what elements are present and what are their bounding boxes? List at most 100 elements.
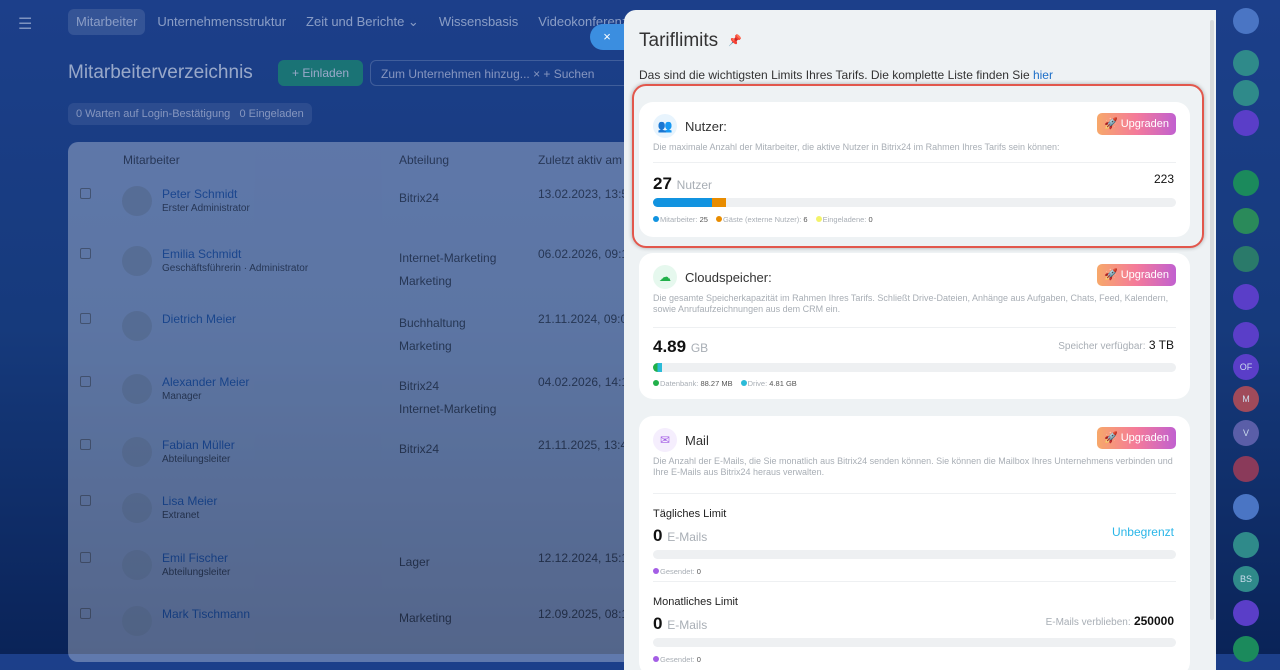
employee-position: Erster Administrator — [162, 203, 250, 214]
status-chips: 0 Warten auf Login-Bestätigung 0 Eingela… — [68, 103, 312, 125]
upgrade-label: Upgraden — [1120, 118, 1170, 130]
storage-legend: Datenbank: 88.27 MB Drive: 4.81 GB — [653, 379, 797, 388]
divider — [653, 581, 1176, 582]
divider — [653, 327, 1176, 328]
legend-item: Mitarbeiter: 25 — [653, 215, 708, 224]
col-department[interactable]: Abteilung — [399, 153, 449, 167]
monthly-progress-bar — [653, 638, 1176, 647]
daily-limit-title: Tägliches Limit — [653, 508, 727, 520]
sidebar-app-icon[interactable]: OF — [1233, 354, 1259, 380]
upgrade-button[interactable]: 🚀 Upgraden — [1097, 113, 1176, 135]
sidebar-app-icon[interactable]: M — [1233, 386, 1259, 412]
right-sidebar: OF M V BS — [1216, 0, 1280, 662]
emails-remaining: E-Mails verblieben: 250000 — [1046, 614, 1174, 628]
full-list-link[interactable]: hier — [1033, 68, 1053, 82]
users-icon: 👥 — [653, 114, 677, 138]
employee-department: Bitrix24 — [399, 442, 440, 456]
last-active: 21.11.2025, 13:4 — [538, 438, 628, 452]
upgrade-button[interactable]: 🚀 Upgraden — [1097, 427, 1176, 449]
employee-position: Abteilungsleiter — [162, 454, 231, 465]
legend-value: 6 — [803, 215, 808, 224]
search-input[interactable]: Zum Unternehmen hinzug... × + Suchen — [370, 60, 630, 86]
row-checkbox[interactable] — [80, 439, 91, 450]
last-active: 13.02.2023, 13:5 — [538, 187, 629, 201]
sidebar-app-icon[interactable] — [1233, 322, 1259, 348]
mail-title: Mail — [685, 433, 709, 448]
tab-wissensbasis[interactable]: Wissensbasis — [431, 9, 526, 35]
left-sidebar: ☰ — [0, 0, 52, 654]
mail-icon: ✉ — [653, 428, 677, 452]
row-checkbox[interactable] — [80, 608, 91, 619]
sidebar-app-icon[interactable] — [1233, 170, 1259, 196]
chip-invited[interactable]: 0 Eingeladen — [239, 108, 303, 120]
users-count: 27 Nutzer — [653, 174, 712, 194]
sidebar-app-icon[interactable] — [1233, 208, 1259, 234]
monthly-count: 0 E-Mails — [653, 614, 707, 634]
employee-name[interactable]: Peter Schmidt — [162, 187, 237, 201]
sidebar-app-icon[interactable] — [1233, 50, 1259, 76]
menu-icon[interactable]: ☰ — [18, 14, 32, 34]
sidebar-app-icon[interactable] — [1233, 494, 1259, 520]
employee-name[interactable]: Lisa Meier — [162, 494, 217, 508]
page-title: Mitarbeiterverzeichnis — [68, 62, 253, 83]
employee-department: Internet-Marketing Marketing — [399, 251, 497, 288]
sidebar-app-icon[interactable] — [1233, 636, 1259, 662]
col-last-active[interactable]: Zuletzt aktiv am — [538, 153, 622, 167]
sidebar-app-icon[interactable] — [1233, 532, 1259, 558]
legend-item: Datenbank: 88.27 MB — [653, 379, 733, 388]
daily-count: 0 E-Mails — [653, 526, 707, 546]
tab-struktur[interactable]: Unternehmensstruktur — [149, 9, 294, 35]
row-checkbox[interactable] — [80, 248, 91, 259]
upgrade-label: Upgraden — [1120, 269, 1170, 281]
tab-mitarbeiter[interactable]: Mitarbeiter — [68, 9, 146, 35]
tab-zeit[interactable]: Zeit und Berichte ⌄ — [298, 9, 427, 35]
upgrade-button[interactable]: 🚀 Upgraden — [1097, 264, 1176, 286]
sidebar-app-icon[interactable] — [1233, 456, 1259, 482]
daily-legend: Gesendet: 0 — [653, 567, 701, 576]
daily-progress-bar — [653, 550, 1176, 559]
panel-title: Tariflimits — [639, 30, 719, 51]
last-active: 21.11.2024, 09:0 — [538, 312, 628, 326]
storage-value: 4.89 — [653, 337, 687, 356]
employees-segment — [653, 198, 712, 207]
last-active: 04.02.2026, 14:1 — [538, 375, 629, 389]
pin-icon[interactable]: 📌 — [728, 34, 742, 47]
avatar — [122, 311, 152, 341]
panel-scrollbar[interactable] — [1210, 20, 1214, 620]
employee-name[interactable]: Emilia Schmidt — [162, 247, 241, 261]
users-title: Nutzer: — [685, 119, 727, 134]
sidebar-app-icon[interactable]: V — [1233, 420, 1259, 446]
sidebar-app-icon[interactable] — [1233, 8, 1259, 34]
row-checkbox[interactable] — [80, 188, 91, 199]
employee-department: Lager — [399, 555, 430, 569]
daily-sent: 0 — [696, 567, 701, 576]
row-checkbox[interactable] — [80, 495, 91, 506]
mail-card: ✉ Mail 🚀 Upgraden Die Anzahl der E-Mails… — [639, 416, 1190, 670]
col-employee[interactable]: Mitarbeiter — [123, 153, 180, 167]
chip-waiting[interactable]: 0 Warten auf Login-Bestätigung — [76, 108, 230, 120]
sidebar-app-icon[interactable] — [1233, 110, 1259, 136]
employee-name[interactable]: Emil Fischer — [162, 551, 228, 565]
last-active: 12.12.2024, 15:1 — [538, 551, 629, 565]
daily-unlimited: Unbegrenzt — [1111, 525, 1174, 539]
sidebar-app-icon[interactable]: BS — [1233, 566, 1259, 592]
invite-button[interactable]: + Einladen — [278, 60, 364, 86]
employee-name[interactable]: Mark Tischmann — [162, 607, 250, 621]
employee-name[interactable]: Fabian Müller — [162, 438, 235, 452]
row-checkbox[interactable] — [80, 376, 91, 387]
sidebar-app-icon[interactable] — [1233, 246, 1259, 272]
storage-segment — [653, 363, 662, 372]
avatar — [122, 246, 152, 276]
sidebar-app-icon[interactable] — [1233, 600, 1259, 626]
sidebar-app-icon[interactable] — [1233, 284, 1259, 310]
row-checkbox[interactable] — [80, 313, 91, 324]
employee-position: Manager — [162, 391, 202, 402]
row-checkbox[interactable] — [80, 552, 91, 563]
sidebar-app-icon[interactable] — [1233, 80, 1259, 106]
employee-name[interactable]: Dietrich Meier — [162, 312, 236, 326]
legend-value: 0 — [868, 215, 873, 224]
users-progress-bar — [653, 198, 1176, 207]
avatar — [122, 550, 152, 580]
avatar — [122, 374, 152, 404]
employee-name[interactable]: Alexander Meier — [162, 375, 249, 389]
